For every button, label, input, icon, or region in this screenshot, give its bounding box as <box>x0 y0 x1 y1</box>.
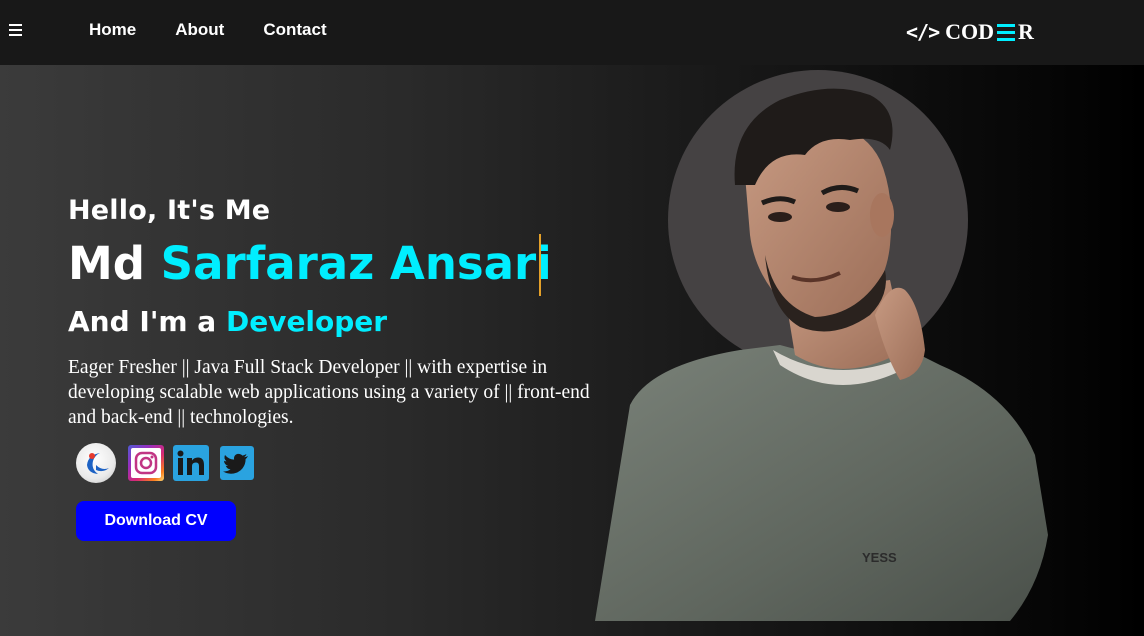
linkedin-icon[interactable] <box>173 445 209 481</box>
name-heading: Md Sarfaraz Ansari <box>68 237 552 290</box>
name-highlight: Sarfaraz Ansari <box>160 237 552 290</box>
nav-link-contact[interactable]: Contact <box>263 20 326 40</box>
intro-description: Eager Fresher || Java Full Stack Develop… <box>68 357 590 428</box>
hero-section: YESS Hello, It's Me Md Sarfaraz Ansari A… <box>0 65 1144 636</box>
typing-cursor <box>539 234 541 296</box>
site-logo[interactable]: </> COD R <box>906 18 1034 46</box>
role-prefix: And I'm a <box>68 305 217 338</box>
nav-link-home[interactable]: Home <box>89 20 136 40</box>
code-icon: </> <box>906 20 940 44</box>
shirt-logo-text: YESS <box>862 550 897 565</box>
navbar: Home About Contact </> COD R <box>0 0 1144 65</box>
name-first: Md <box>68 237 145 290</box>
logo-e-bars-icon <box>997 23 1016 41</box>
instagram-icon[interactable] <box>128 445 164 481</box>
profile-portrait: YESS <box>595 88 1048 621</box>
role-heading: And I'm a Developer <box>68 305 387 338</box>
greeting-heading: Hello, It's Me <box>68 195 271 226</box>
logo-text: COD R <box>945 19 1034 44</box>
nav-link-about[interactable]: About <box>175 20 224 40</box>
twitter-icon[interactable] <box>220 446 254 480</box>
role-highlight: Developer <box>225 305 388 338</box>
download-cv-button[interactable]: Download CV <box>76 501 236 541</box>
naukri-icon[interactable] <box>76 443 116 483</box>
nav-links: Home About Contact <box>89 20 327 40</box>
social-links <box>76 443 254 483</box>
hamburger-icon[interactable] <box>9 24 24 38</box>
